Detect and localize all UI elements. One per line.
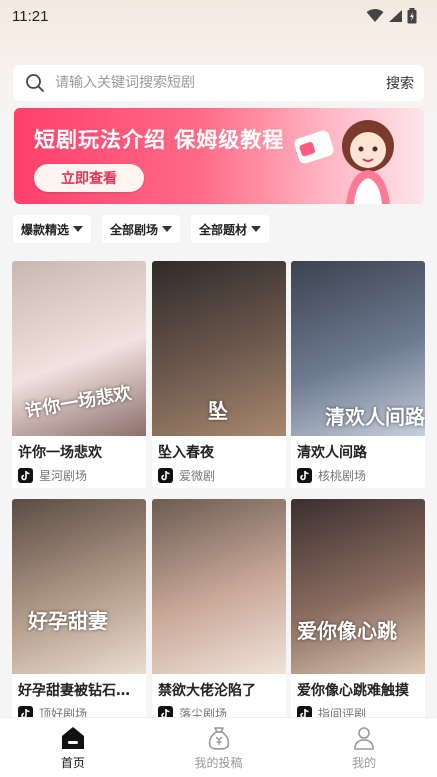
- wifi-icon: [366, 9, 384, 22]
- banner-title: 短剧玩法介绍 保姆级教程: [34, 128, 285, 152]
- drama-card[interactable]: 许你一场悲欢 许你一场悲欢 星河剧场: [12, 261, 146, 488]
- triangle-down-icon: [73, 226, 84, 232]
- home-icon: [61, 727, 84, 749]
- drama-title: 禁欲大佬沦陷了: [158, 683, 256, 699]
- drama-title: 好孕甜妻被钻石老公宠上天: [18, 683, 146, 699]
- filter-bar: 爆款精选 全部剧场 全部题材: [13, 215, 270, 243]
- drama-poster: [152, 499, 286, 674]
- status-time: 11:21: [12, 7, 49, 25]
- status-bar: 11:21: [0, 0, 437, 32]
- nav-label: 我的投稿: [194, 756, 243, 770]
- poster-title: 清欢人间路: [325, 405, 425, 429]
- drama-card[interactable]: 爱你像心跳 爱你像心跳难触摸 指间评剧: [291, 499, 425, 726]
- drama-poster: 好孕甜妻: [12, 499, 146, 674]
- battery-icon: [407, 8, 417, 24]
- search-bar[interactable]: 搜索: [13, 65, 424, 101]
- filter-hot-picks[interactable]: 爆款精选: [13, 215, 92, 243]
- tutorial-banner[interactable]: 短剧玩法介绍 保姆级教程 立即查看: [14, 108, 424, 204]
- status-icons: [366, 8, 417, 24]
- triangle-down-icon: [162, 226, 173, 232]
- source-name: 核桃剧场: [318, 469, 367, 483]
- drama-card[interactable]: 禁欲大佬沦陷了 落尘剧场: [152, 499, 286, 726]
- drama-card[interactable]: 清欢人间路 清欢人间路 核桃剧场: [291, 261, 425, 488]
- poster-title: 爱你像心跳: [297, 619, 397, 643]
- search-button[interactable]: 搜索: [386, 73, 414, 93]
- drama-poster: 坠: [152, 261, 286, 436]
- source-name: 星河剧场: [39, 469, 88, 483]
- banner-view-button[interactable]: 立即查看: [34, 164, 144, 192]
- search-icon: [26, 74, 44, 92]
- filter-all-theaters[interactable]: 全部剧场: [102, 215, 181, 243]
- signal-icon: [389, 10, 402, 22]
- tiktok-icon: [158, 468, 173, 483]
- nav-label: 首页: [60, 756, 85, 770]
- nav-label: 我的: [352, 756, 377, 770]
- poster-title: 许你一场悲欢: [23, 382, 134, 423]
- drama-poster: 清欢人间路: [291, 261, 425, 436]
- filter-label: 爆款精选: [21, 222, 70, 237]
- tiktok-icon: [18, 468, 33, 483]
- drama-title: 许你一场悲欢: [18, 445, 102, 461]
- nav-my-submissions[interactable]: 我的投稿: [146, 718, 292, 777]
- nav-profile[interactable]: 我的: [291, 718, 437, 777]
- filter-label: 全部题材: [199, 222, 248, 237]
- nav-home[interactable]: 首页: [0, 718, 146, 777]
- poster-title: 好孕甜妻: [28, 609, 108, 633]
- search-input[interactable]: [55, 75, 386, 91]
- user-icon: [354, 727, 374, 750]
- drama-title: 爱你像心跳难触摸: [297, 683, 409, 699]
- drama-card[interactable]: 坠 坠入春夜 爱微剧: [152, 261, 286, 488]
- drama-title: 坠入春夜: [158, 445, 214, 461]
- drama-poster: 爱你像心跳: [291, 499, 425, 674]
- drama-title: 清欢人间路: [297, 445, 367, 461]
- filter-all-genres[interactable]: 全部题材: [191, 215, 270, 243]
- bottom-nav: 首页 我的投稿 我的: [0, 717, 437, 777]
- filter-label: 全部剧场: [110, 222, 159, 237]
- drama-card[interactable]: 好孕甜妻 好孕甜妻被钻石老公宠上天 顶好剧场: [12, 499, 146, 726]
- drama-poster: 许你一场悲欢: [12, 261, 146, 436]
- drama-source: 爱微剧: [152, 462, 286, 484]
- tiktok-icon: [297, 468, 312, 483]
- drama-source: 星河剧场: [12, 462, 146, 484]
- poster-title: 坠: [208, 399, 228, 423]
- megaphone-girl-illustration: [294, 120, 394, 204]
- money-bag-icon: [208, 727, 229, 750]
- source-name: 爱微剧: [179, 469, 216, 483]
- drama-source: 核桃剧场: [291, 462, 425, 484]
- triangle-down-icon: [251, 226, 262, 232]
